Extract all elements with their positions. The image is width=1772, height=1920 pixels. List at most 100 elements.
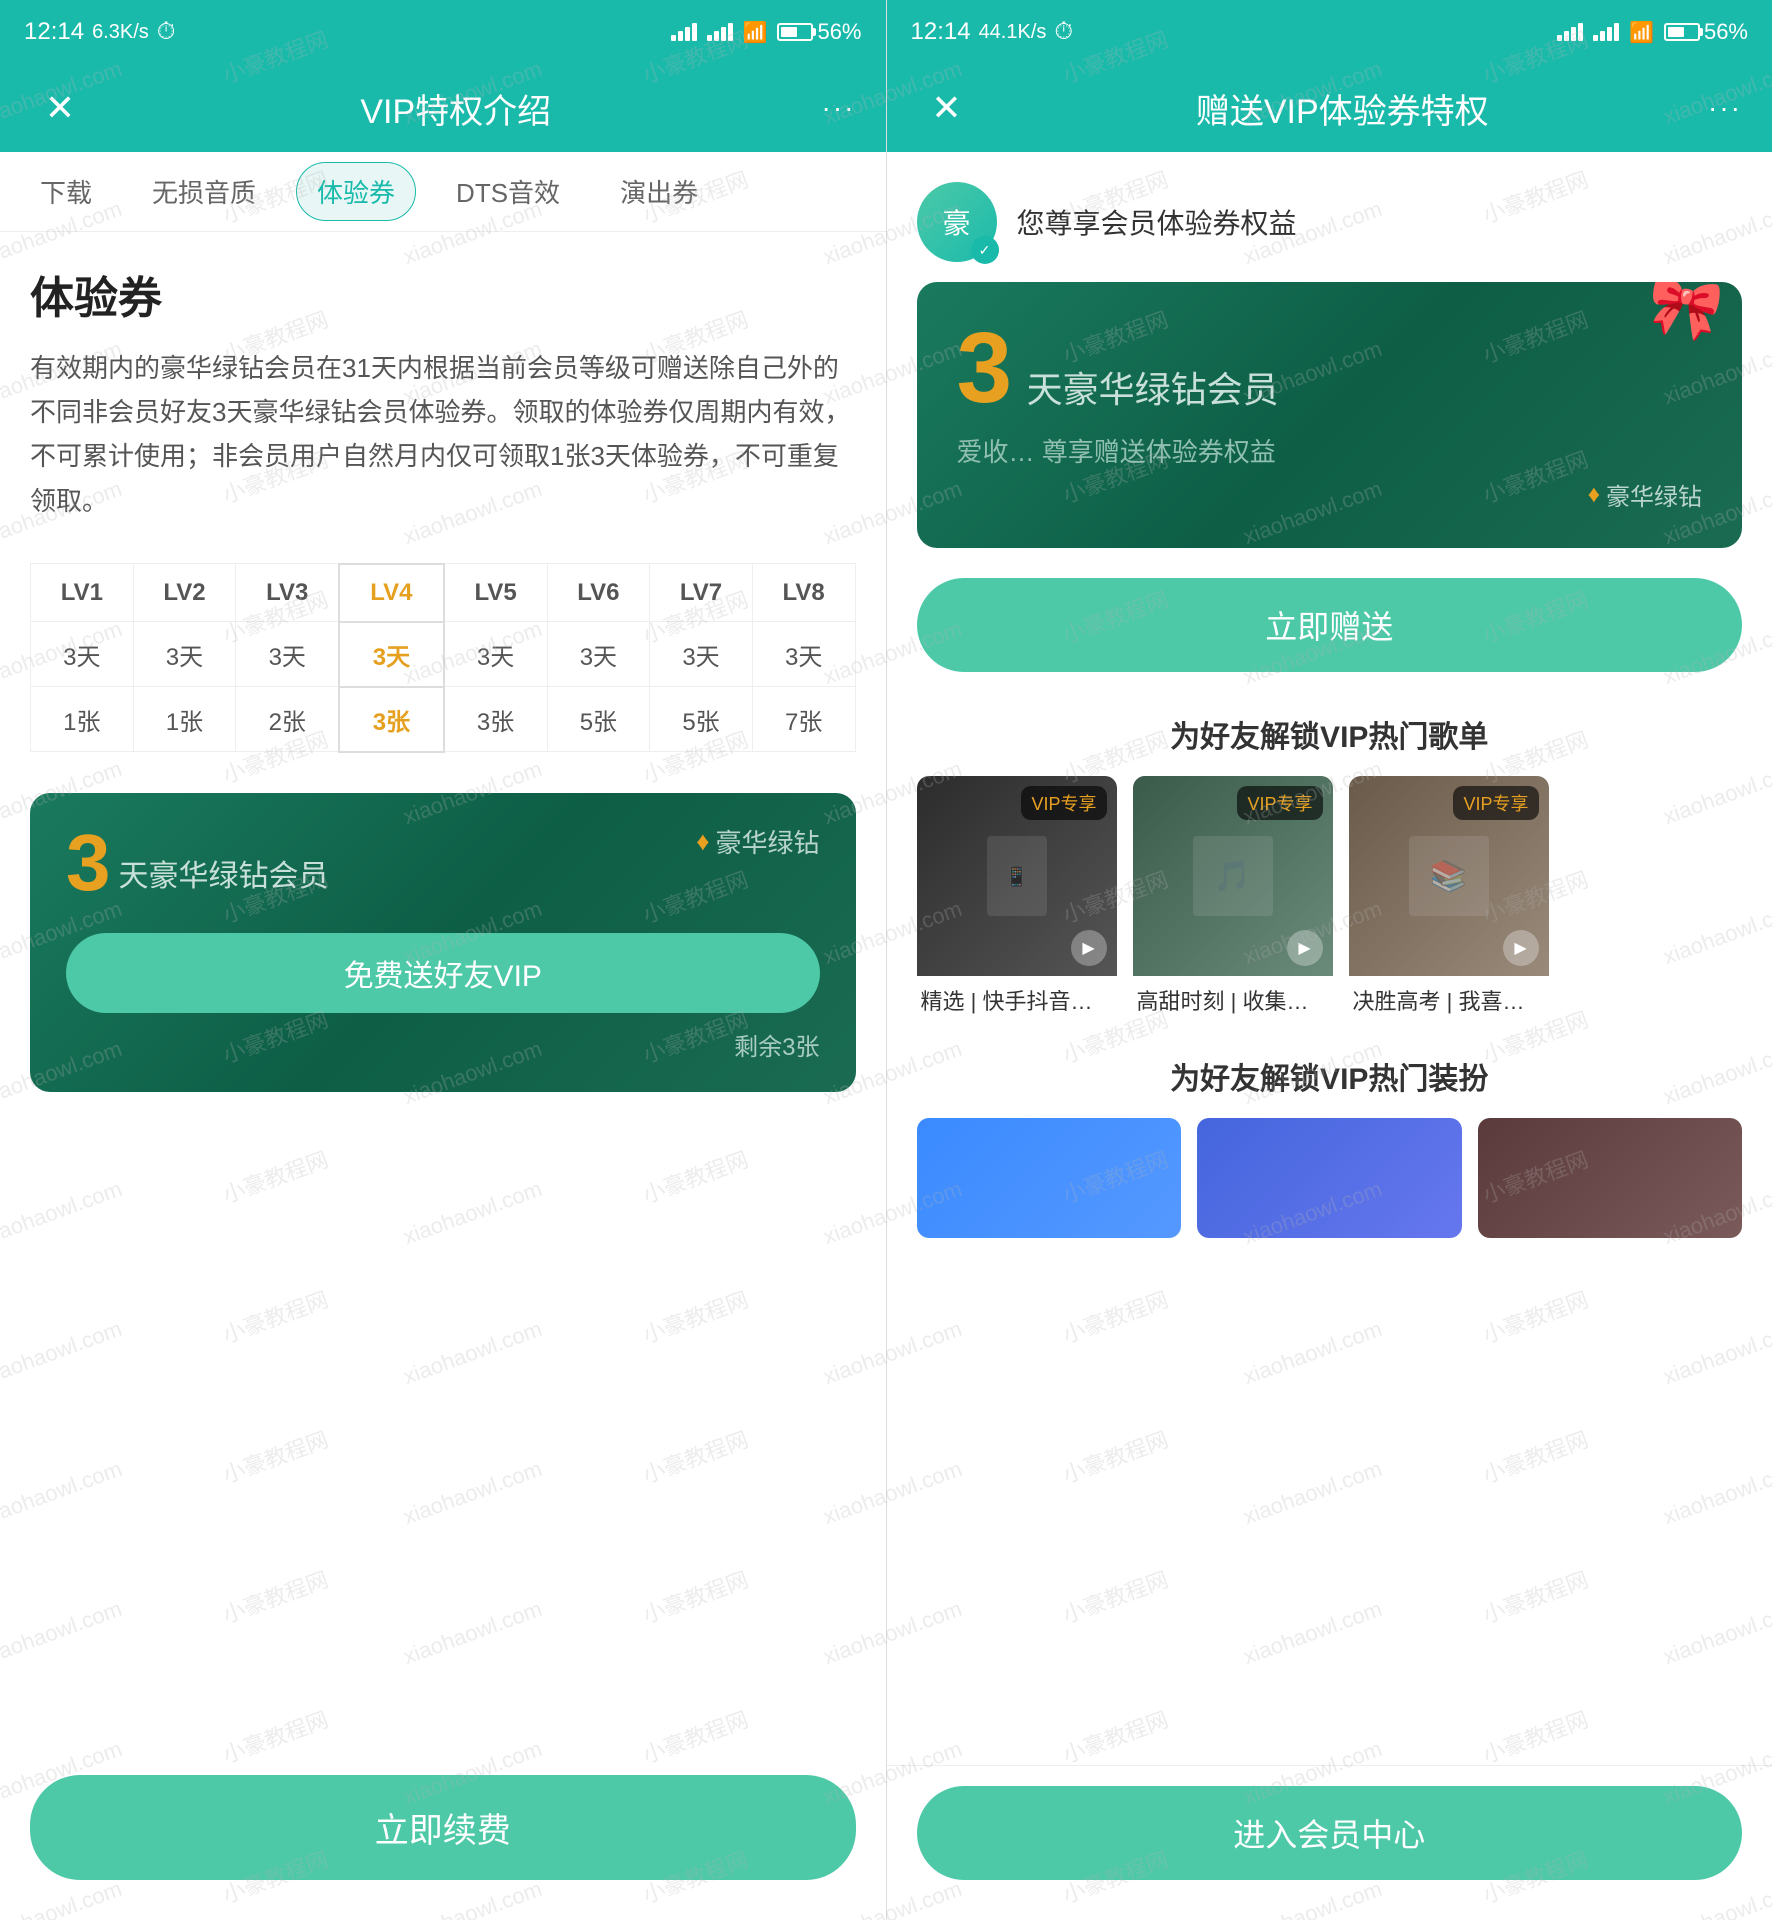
right-time: 12:14: [911, 18, 971, 46]
signal-bar-4: [692, 23, 697, 41]
lv1-header: LV1: [31, 564, 134, 622]
gift-card-number-row: 3 天豪华绿钻会员: [957, 318, 1703, 418]
song-2-play-btn[interactable]: ▶: [1287, 930, 1323, 966]
right-signal: [1557, 23, 1583, 41]
right-status-right: 📶 56%: [1557, 19, 1748, 45]
vip-brand: ♦ 豪华绿钻: [696, 823, 819, 860]
left-status-left: 12:14 6.3K/s ⏱: [24, 18, 176, 46]
signal-bar-3: [685, 27, 690, 41]
song-card-1: 📱 VIP专享 ▶ 精选 | 快手抖音…: [917, 776, 1117, 1024]
lv5-header: LV5: [444, 564, 547, 622]
section-desc: 有效期内的豪华绿钻会员在31天内根据当前会员等级可赠送除自己外的不同非会员好友3…: [30, 346, 856, 523]
lv3-header: LV3: [236, 564, 339, 622]
r-signal2-bar-1: [1593, 35, 1598, 41]
song-1-inner-icon: 📱: [1004, 864, 1029, 889]
lv5-days: 3天: [444, 622, 547, 687]
benefit-header: 豪 ✓ 您尊享会员体验券权益: [887, 152, 1772, 282]
right-status-left: 12:14 44.1K/s ⏱: [911, 18, 1074, 46]
song-3-name: 决胜高考 | 我喜…: [1349, 976, 1549, 1024]
r-signal2-bar-4: [1614, 23, 1619, 41]
gift-brand-text: 豪华绿钻: [1606, 477, 1702, 512]
outfit-card-1: [917, 1118, 1182, 1238]
signal2-bar-1: [707, 35, 712, 41]
left-more-icon[interactable]: ···: [822, 92, 856, 124]
r-signal-bar-1: [1557, 35, 1562, 41]
tab-dts[interactable]: DTS音效: [436, 163, 580, 220]
outfit-card-3: [1478, 1118, 1743, 1238]
left-signal-2: [707, 23, 733, 41]
right-more-icon[interactable]: ···: [1708, 92, 1742, 124]
lv7-header: LV7: [650, 564, 753, 622]
r-signal-bar-2: [1564, 31, 1569, 41]
lv4-header: LV4: [339, 564, 443, 622]
left-clock-icon: ⏱: [157, 18, 176, 46]
signal2-bar-2: [714, 31, 719, 41]
lv3-days: 3天: [236, 622, 339, 687]
lv6-tickets: 5张: [547, 687, 650, 752]
right-battery-pct: 56%: [1704, 19, 1748, 45]
lv6-header: LV6: [547, 564, 650, 622]
left-battery-icon: [777, 23, 813, 41]
left-top-bar: ✕ VIP特权介绍 ···: [0, 64, 886, 152]
r-signal2-bar-2: [1600, 31, 1605, 41]
diamond-icon: ♦: [696, 826, 709, 857]
lv7-days: 3天: [650, 622, 753, 687]
left-time: 12:14: [24, 18, 84, 46]
enter-vip-center-button[interactable]: 进入会员中心: [917, 1786, 1743, 1880]
left-vip-card: 3 天豪华绿钻会员 ♦ 豪华绿钻 免费送好友VIP 剩余3张: [30, 793, 856, 1092]
left-content: 体验券 有效期内的豪华绿钻会员在31天内根据当前会员等级可赠送除自己外的不同非会…: [0, 232, 886, 1920]
vip-check-icon: ✓: [979, 242, 991, 259]
tab-download[interactable]: 下载: [20, 163, 112, 220]
song-card-2: 🎵 VIP专享 ▶ 高甜时刻 | 收集…: [1133, 776, 1333, 1024]
tab-voucher[interactable]: 体验券: [296, 162, 416, 221]
left-battery-pct: 56%: [817, 19, 861, 45]
left-status-bar: 12:14 6.3K/s ⏱ 📶 56%: [0, 0, 886, 64]
send-button[interactable]: 立即赠送: [917, 578, 1743, 672]
vip-card-subtitle: 天豪华绿钻会员: [119, 851, 329, 895]
song-1-vip-badge: VIP专享: [1021, 786, 1106, 820]
song-grid: 📱 VIP专享 ▶ 精选 | 快手抖音… 🎵 VIP专享 ▶: [887, 776, 1772, 1044]
left-close-icon[interactable]: ✕: [30, 87, 90, 129]
gift-card-wrap: 🎀 3 天豪华绿钻会员 爱收… 尊享赠送体验券权益 ♦ 豪华绿钻: [887, 282, 1772, 578]
lv8-days: 3天: [752, 622, 855, 687]
song-1-name: 精选 | 快手抖音…: [917, 976, 1117, 1024]
outfit-title: 为好友解锁VIP热门装扮: [887, 1044, 1772, 1118]
lv4-tickets: 3张: [339, 687, 443, 752]
left-speed: 6.3K/s: [92, 21, 149, 44]
left-battery: 56%: [777, 19, 861, 45]
lv1-tickets: 1张: [31, 687, 134, 752]
right-panel: 12:14 44.1K/s ⏱ 📶 56%: [887, 0, 1772, 1920]
gift-brand: ♦ 豪华绿钻: [957, 477, 1703, 512]
song-3-play-btn[interactable]: ▶: [1503, 930, 1539, 966]
song-thumb-1: 📱 VIP专享 ▶: [917, 776, 1117, 976]
right-status-bar: 12:14 44.1K/s ⏱ 📶 56%: [887, 0, 1772, 64]
vip-card-top: 3 天豪华绿钻会员 ♦ 豪华绿钻: [66, 823, 820, 903]
tab-show[interactable]: 演出券: [600, 163, 718, 220]
lv8-tickets: 7张: [752, 687, 855, 752]
song-1-play-btn[interactable]: ▶: [1071, 930, 1107, 966]
vip-card-remaining: 剩余3张: [66, 1027, 820, 1062]
tab-lossless[interactable]: 无损音质: [132, 163, 276, 220]
lv2-header: LV2: [133, 564, 236, 622]
lv3-tickets: 2张: [236, 687, 339, 752]
left-wifi-icon: 📶: [743, 20, 768, 45]
unlock-songs-title: 为好友解锁VIP热门歌单: [887, 702, 1772, 776]
lv2-tickets: 1张: [133, 687, 236, 752]
right-close-icon[interactable]: ✕: [917, 87, 977, 129]
outfit-grid: [887, 1118, 1772, 1268]
avatar-initials: 豪: [942, 202, 970, 242]
signal-bar-2: [678, 31, 683, 41]
right-battery-icon: [1664, 23, 1700, 41]
right-signal-2: [1593, 23, 1619, 41]
right-content: 豪 ✓ 您尊享会员体验券权益 🎀 3 天豪华绿钻会员 爱收… 尊享赠送体验券权益…: [887, 152, 1772, 1920]
r-signal-bar-3: [1571, 27, 1576, 41]
renew-button[interactable]: 立即续费: [30, 1775, 856, 1880]
left-title: VIP特权介绍: [90, 84, 822, 133]
right-top-bar: ✕ 赠送VIP体验券特权 ···: [887, 64, 1772, 152]
lv2-days: 3天: [133, 622, 236, 687]
song-3-vip-badge: VIP专享: [1453, 786, 1538, 820]
give-friend-vip-button[interactable]: 免费送好友VIP: [66, 933, 820, 1013]
lv5-tickets: 3张: [444, 687, 547, 752]
song-3-inner-icon: 📚: [1430, 859, 1467, 894]
song-2-inner-icon: 🎵: [1214, 859, 1251, 894]
